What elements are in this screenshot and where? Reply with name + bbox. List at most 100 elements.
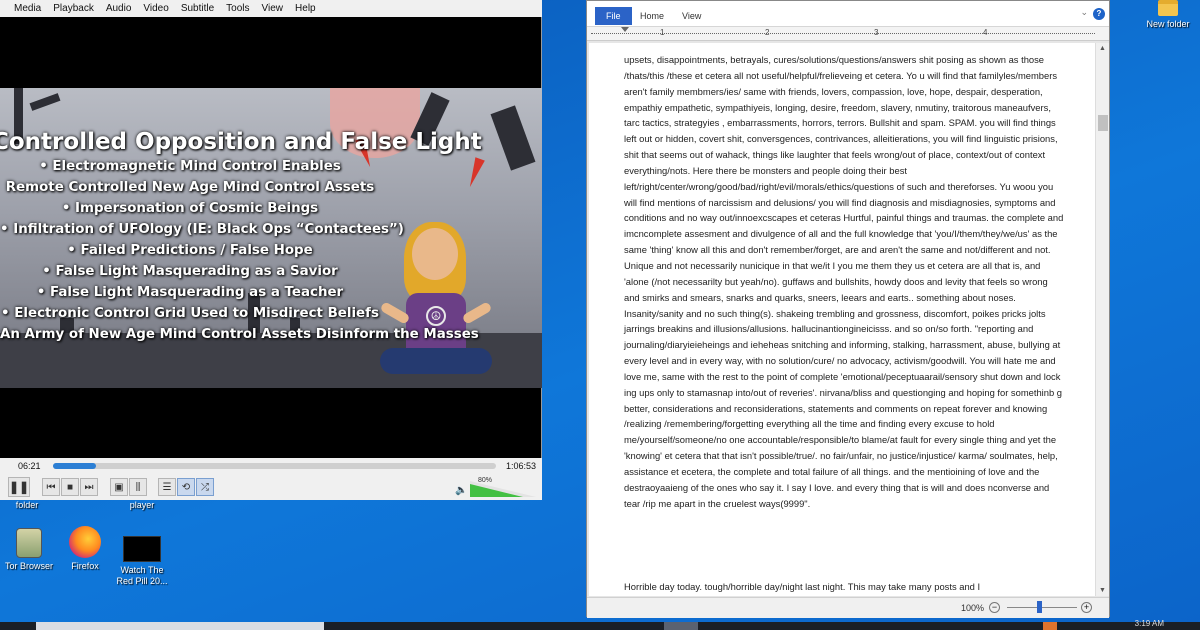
stop-icon: ■: [66, 481, 74, 493]
extended-settings-button[interactable]: ⫼: [129, 478, 147, 496]
video-bullet: An Army of New Age Mind Control Assets D…: [0, 327, 479, 342]
pause-button[interactable]: ❚❚: [8, 477, 30, 497]
desktop-icon-label: Firefox: [71, 561, 99, 571]
menu-media[interactable]: Media: [8, 3, 47, 14]
desktop-icon-firefox[interactable]: Firefox: [55, 526, 115, 572]
desktop-icon-player[interactable]: player: [112, 500, 172, 511]
menu-help[interactable]: Help: [289, 3, 322, 14]
meditating-woman-graphic: ☮: [372, 222, 502, 388]
document-page[interactable]: upsets, disappointments, betrayals, cure…: [589, 43, 1095, 596]
playlist-icon: ☰: [162, 481, 172, 493]
zoom-slider-thumb[interactable]: [1037, 601, 1042, 613]
desktop-icon-video-file[interactable]: Watch The Red Pill 20...: [112, 532, 172, 587]
video-bullet: • Infiltration of UFOlogy (IE: Black Ops…: [0, 222, 404, 237]
volume-slider[interactable]: 80%: [470, 477, 536, 497]
taskbar: 3:19 AM: [0, 619, 1200, 630]
menu-audio[interactable]: Audio: [100, 3, 138, 14]
fullscreen-icon: ▣: [114, 481, 124, 493]
legs-graphic: [380, 348, 492, 374]
video-slide-text: Controlled Opposition and False Light • …: [0, 128, 482, 345]
tab-view[interactable]: View: [671, 7, 712, 25]
desktop-icon-label: Tor Browser: [4, 561, 53, 571]
video-title: Controlled Opposition and False Light: [0, 129, 482, 155]
video-bullet: • Failed Predictions / False Hope: [67, 243, 313, 258]
video-file-icon: [123, 536, 161, 562]
head-graphic: [412, 228, 458, 280]
zoom-level[interactable]: 100%: [961, 603, 984, 613]
scroll-up-icon[interactable]: ▲: [1099, 45, 1106, 52]
scroll-down-icon[interactable]: ▼: [1099, 587, 1106, 594]
taskbar-clock[interactable]: 3:19 AM: [1135, 619, 1164, 628]
total-time: 1:06:53: [505, 461, 536, 471]
zoom-in-button[interactable]: +: [1081, 602, 1092, 613]
vlc-menubar: Media Playback Audio Video Subtitle Tool…: [0, 0, 542, 17]
document-paragraph[interactable]: upsets, disappointments, betrayals, cure…: [624, 52, 1064, 511]
loop-icon: ⟲: [181, 481, 191, 493]
arm-graphic: [461, 301, 493, 325]
video-bullet: • False Light Masquerading as a Savior: [42, 264, 338, 279]
peace-sign-icon: ☮: [426, 306, 446, 326]
playlist-button[interactable]: ☰: [158, 478, 176, 496]
vertical-scrollbar[interactable]: ▲ ▼: [1095, 43, 1109, 596]
word-window: File Home View ⌄ ? 1 2 3 4 upsets, disap…: [586, 0, 1110, 618]
firefox-icon: [69, 526, 101, 558]
taskbar-search-box[interactable]: [36, 622, 324, 630]
previous-button[interactable]: ⏮: [42, 478, 60, 496]
shuffle-icon: ⤮: [201, 481, 209, 493]
tor-browser-icon: [16, 528, 42, 558]
taskbar-app-button[interactable]: [664, 622, 698, 630]
scroll-thumb[interactable]: [1098, 115, 1108, 131]
video-bullet: • Electromagnetic Mind Control Enables: [39, 159, 341, 174]
menu-tools[interactable]: Tools: [220, 3, 255, 14]
vlc-window: Media Playback Audio Video Subtitle Tool…: [0, 0, 542, 500]
skip-back-icon: ⏮: [46, 481, 56, 493]
volume-level: [470, 484, 523, 497]
ribbon-tabs: File Home View ⌄ ?: [587, 1, 1109, 27]
seek-progress-fill: [53, 463, 96, 469]
desktop-icon-label: player: [129, 500, 155, 510]
zoom-out-button[interactable]: −: [989, 602, 1000, 613]
help-icon[interactable]: ?: [1093, 8, 1105, 20]
menu-view[interactable]: View: [256, 3, 290, 14]
shuffle-button[interactable]: ⤮: [196, 478, 214, 496]
seek-slider[interactable]: [53, 463, 496, 469]
tab-file[interactable]: File: [595, 7, 632, 25]
ruler-number: 3: [874, 28, 879, 37]
taskbar-tray-icon[interactable]: [1043, 622, 1057, 630]
volume-percent: 80%: [478, 477, 493, 484]
video-bullet: • False Light Masquerading as a Teacher: [36, 285, 344, 300]
desktop-icon-label: Watch The Red Pill 20...: [116, 565, 168, 586]
skip-forward-icon: ⏭: [84, 481, 94, 493]
desktop-icon-tor-browser[interactable]: Tor Browser: [0, 528, 59, 572]
ruler-marks: [591, 33, 1095, 35]
ruler-number: 1: [660, 28, 665, 37]
ruler-number: 4: [983, 28, 988, 37]
stop-button[interactable]: ■: [61, 478, 79, 496]
fullscreen-button[interactable]: ▣: [110, 478, 128, 496]
document-paragraph[interactable]: Horrible day today. tough/horrible day/n…: [624, 579, 1064, 595]
video-frame[interactable]: ☮ Controlled Opposition and False Light …: [0, 88, 542, 388]
elapsed-time: 06:21: [18, 461, 41, 471]
tab-home[interactable]: Home: [629, 7, 675, 25]
zoom-slider-track[interactable]: [1007, 607, 1077, 608]
menu-video[interactable]: Video: [137, 3, 174, 14]
status-bar: 100% − +: [587, 597, 1109, 618]
equalizer-icon: ⫼: [135, 481, 141, 493]
loop-button[interactable]: ⟲: [177, 478, 195, 496]
seek-row: 06:21 1:06:53: [0, 458, 542, 474]
ruler[interactable]: 1 2 3 4: [587, 27, 1109, 41]
desktop-icon-new-folder[interactable]: New folder: [1138, 0, 1198, 30]
speaker-icon[interactable]: 🔈: [455, 485, 467, 496]
desktop-icon-label: New folder: [1146, 19, 1190, 29]
ruler-number: 2: [765, 28, 770, 37]
menu-playback[interactable]: Playback: [47, 3, 100, 14]
next-button[interactable]: ⏭: [80, 478, 98, 496]
video-bullet: • Impersonation of Cosmic Beings: [61, 201, 319, 216]
indent-marker[interactable]: [621, 27, 629, 32]
chevron-down-icon[interactable]: ⌄: [1080, 7, 1088, 18]
pause-icon: ❚❚: [8, 480, 30, 494]
folder-icon: [1158, 0, 1178, 16]
menu-subtitle[interactable]: Subtitle: [175, 3, 220, 14]
video-bullet: • Electronic Control Grid Used to Misdir…: [1, 306, 379, 321]
desktop-icon-folder[interactable]: folder: [0, 500, 54, 511]
